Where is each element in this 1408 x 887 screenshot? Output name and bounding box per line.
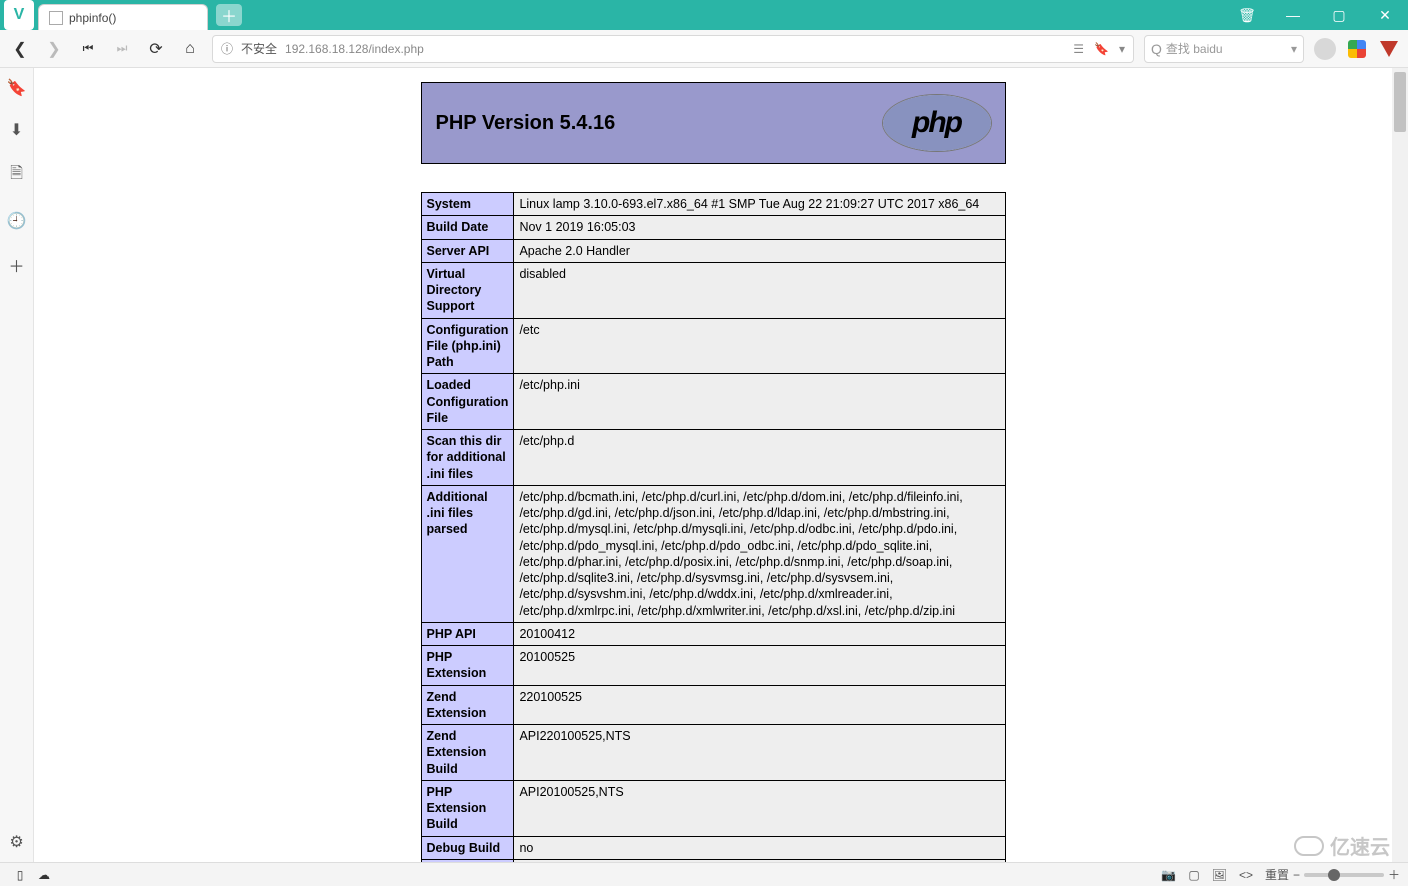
phpinfo-value: API220100525,NTS <box>514 725 1005 781</box>
phpinfo-row: Debug Buildno <box>421 836 1005 859</box>
status-sync-icon[interactable]: ☁ <box>32 863 56 887</box>
reader-view-icon[interactable]: ☰ <box>1073 42 1084 56</box>
status-tile-icon[interactable]: ▢ <box>1188 868 1199 882</box>
reload-button[interactable]: ⟳ <box>144 37 168 61</box>
page-viewport: PHP Version 5.4.16 php SystemLinux lamp … <box>34 68 1408 862</box>
phpinfo-key: Server API <box>421 239 514 262</box>
phpinfo-row: PHP API20100412 <box>421 622 1005 645</box>
phpinfo-value: Apache 2.0 Handler <box>514 239 1005 262</box>
window-minimize-button[interactable]: — <box>1270 0 1316 30</box>
window-maximize-button[interactable]: ▢ <box>1316 0 1362 30</box>
scrollbar-thumb[interactable] <box>1394 72 1406 132</box>
php-logo-icon: php <box>883 95 991 151</box>
phpinfo-key: Build Date <box>421 216 514 239</box>
phpinfo-key: Debug Build <box>421 836 514 859</box>
page-favicon-icon <box>49 11 63 25</box>
phpinfo-title: PHP Version 5.4.16 <box>436 112 616 135</box>
panel-bookmarks-icon[interactable]: 🔖 <box>7 78 27 98</box>
window-close-button[interactable]: ✕ <box>1362 0 1408 30</box>
search-dropdown-icon[interactable]: ▾ <box>1291 42 1297 56</box>
nav-forward-button[interactable]: ❯ <box>42 37 66 61</box>
phpinfo-key: Scan this dir for additional .ini files <box>421 430 514 486</box>
tab-title: phpinfo() <box>69 11 116 25</box>
address-bar[interactable]: ⓘ 不安全 192.168.18.128/index.php ☰ 🔖 ▾ <box>212 35 1134 63</box>
phpinfo-row: Additional .ini files parsed/etc/php.d/b… <box>421 485 1005 622</box>
phpinfo-row: Zend Extension BuildAPI220100525,NTS <box>421 725 1005 781</box>
browser-tab-active[interactable]: phpinfo() <box>38 4 208 30</box>
phpinfo-value: Linux lamp 3.10.0-693.el7.x86_64 #1 SMP … <box>514 193 1005 216</box>
status-pagetools-icon[interactable]: <> <box>1239 868 1253 882</box>
panel-settings-icon[interactable]: ⚙ <box>9 832 23 852</box>
phpinfo-value: Nov 1 2019 16:05:03 <box>514 216 1005 239</box>
phpinfo-key: Zend Extension Build <box>421 725 514 781</box>
phpinfo-value: 20100412 <box>514 622 1005 645</box>
phpinfo-value: 20100525 <box>514 646 1005 686</box>
phpinfo-key: System <box>421 193 514 216</box>
address-dropdown-icon[interactable]: ▾ <box>1119 42 1125 56</box>
vertical-scrollbar[interactable] <box>1392 68 1408 862</box>
phpinfo-key: Configuration File (php.ini) Path <box>421 318 514 374</box>
phpinfo-value: disabled <box>514 262 1005 318</box>
nav-back-button[interactable]: ❮ <box>8 37 32 61</box>
new-tab-button[interactable]: ＋ <box>216 4 242 26</box>
home-button[interactable]: ⌂ <box>178 37 202 61</box>
phpinfo-row: Server APIApache 2.0 Handler <box>421 239 1005 262</box>
phpinfo-row: PHP Extension20100525 <box>421 646 1005 686</box>
phpinfo-row: Configuration File (php.ini) Path/etc <box>421 318 1005 374</box>
phpinfo-row: PHP Extension BuildAPI20100525,NTS <box>421 780 1005 836</box>
phpinfo-key: Zend Extension <box>421 685 514 725</box>
phpinfo-value: /etc/php.ini <box>514 374 1005 430</box>
phpinfo-key: Additional .ini files parsed <box>421 485 514 622</box>
phpinfo-row: Virtual Directory Supportdisabled <box>421 262 1005 318</box>
phpinfo-row: Scan this dir for additional .ini files/… <box>421 430 1005 486</box>
phpinfo-row: Loaded Configuration File/etc/php.ini <box>421 374 1005 430</box>
side-panel: 🔖 ⬇ 🗎 🕘 ＋ ⚙ <box>0 68 34 862</box>
site-info-icon[interactable]: ⓘ <box>221 40 233 57</box>
tab-strip: V phpinfo() ＋ 🗑 — ▢ ✕ <box>0 0 1408 30</box>
zoom-reset-label[interactable]: 重置 <box>1265 866 1289 883</box>
phpinfo-value: API20100525,NTS <box>514 780 1005 836</box>
url-text: 192.168.18.128/index.php <box>285 42 424 56</box>
trash-tabs-button[interactable]: 🗑 <box>1224 0 1270 30</box>
status-panel-toggle-icon[interactable]: ▯ <box>8 863 32 887</box>
phpinfo-value: no <box>514 836 1005 859</box>
phpinfo-row: Zend Extension220100525 <box>421 685 1005 725</box>
panel-downloads-icon[interactable]: ⬇ <box>10 120 23 140</box>
vivaldi-logo-icon[interactable]: V <box>4 0 34 30</box>
toolbar: ❮ ❯ ⏮ ⏭ ⟳ ⌂ ⓘ 不安全 192.168.18.128/index.p… <box>0 30 1408 68</box>
phpinfo-key: Loaded Configuration File <box>421 374 514 430</box>
phpinfo-value: 220100525 <box>514 685 1005 725</box>
phpinfo-row: Build DateNov 1 2019 16:05:03 <box>421 216 1005 239</box>
status-capture-icon[interactable]: 📷 <box>1161 868 1176 882</box>
panel-add-icon[interactable]: ＋ <box>8 253 24 277</box>
search-box[interactable]: Q 查找 baidu ▾ <box>1144 35 1304 63</box>
phpinfo-value: /etc/php.d/bcmath.ini, /etc/php.d/curl.i… <box>514 485 1005 622</box>
phpinfo-table: SystemLinux lamp 3.10.0-693.el7.x86_64 #… <box>421 192 1006 862</box>
insecure-label: 不安全 <box>241 40 277 57</box>
phpinfo-key: PHP Extension <box>421 646 514 686</box>
rewind-button[interactable]: ⏮ <box>76 37 100 61</box>
extension-google-icon[interactable] <box>1346 38 1368 60</box>
profile-avatar[interactable] <box>1314 38 1336 60</box>
phpinfo-key: PHP API <box>421 622 514 645</box>
phpinfo-key: PHP Extension Build <box>421 780 514 836</box>
phpinfo-key: Virtual Directory Support <box>421 262 514 318</box>
phpinfo-value: /etc <box>514 318 1005 374</box>
search-engine-icon[interactable]: Q <box>1151 41 1162 57</box>
zoom-slider[interactable] <box>1304 873 1384 877</box>
zoom-control[interactable]: 重置 − ＋ <box>1265 866 1400 883</box>
extension-ublock-icon[interactable] <box>1378 38 1400 60</box>
fast-forward-button[interactable]: ⏭ <box>110 37 134 61</box>
status-images-icon[interactable]: 🖼 <box>1212 868 1227 882</box>
panel-notes-icon[interactable]: 🗎 <box>10 162 23 189</box>
bookmark-page-icon[interactable]: 🔖 <box>1094 42 1109 56</box>
status-bar: ▯ ☁ 📷 ▢ 🖼 <> 重置 − ＋ <box>0 862 1408 886</box>
phpinfo-value: /etc/php.d <box>514 430 1005 486</box>
search-placeholder: 查找 baidu <box>1166 40 1223 57</box>
phpinfo-row: SystemLinux lamp 3.10.0-693.el7.x86_64 #… <box>421 193 1005 216</box>
panel-history-icon[interactable]: 🕘 <box>7 211 27 231</box>
phpinfo-header: PHP Version 5.4.16 php <box>421 82 1006 164</box>
